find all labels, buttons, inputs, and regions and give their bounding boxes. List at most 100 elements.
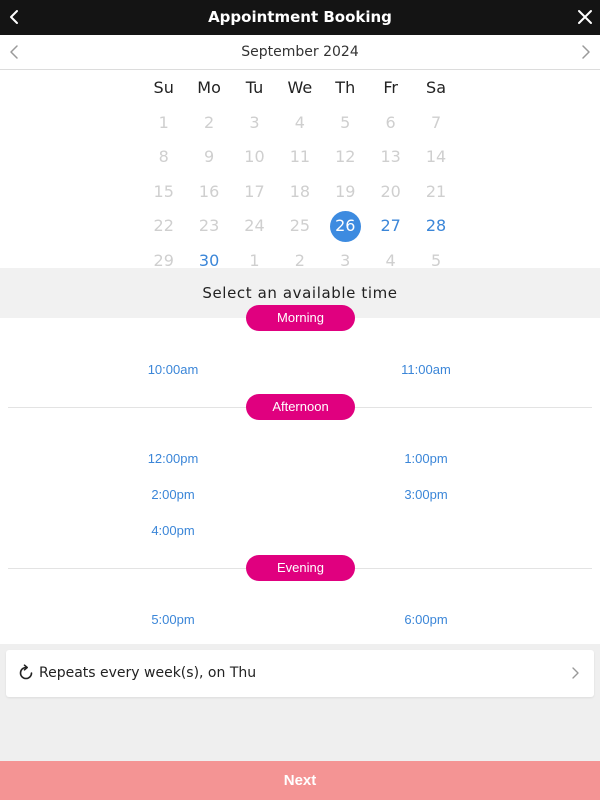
calendar-day-number: 9 bbox=[203, 147, 215, 167]
weekday-label: Su bbox=[153, 78, 174, 98]
calendar-day-number: 18 bbox=[289, 181, 311, 201]
calendar-day-number: 10 bbox=[244, 147, 265, 167]
weekday-label: Th bbox=[335, 78, 356, 98]
top-bar: Appointment Booking bbox=[0, 0, 600, 35]
page-title: Appointment Booking bbox=[208, 8, 392, 26]
calendar-day-number: 6 bbox=[385, 112, 396, 132]
weekday-label: Fr bbox=[383, 78, 398, 98]
calendar-day-number: 14 bbox=[425, 147, 447, 167]
calendar-day: 2 bbox=[186, 106, 231, 140]
calendar-day-number: 4 bbox=[294, 112, 305, 132]
weekday-label: Mo bbox=[197, 78, 221, 98]
calendar-day-number: 23 bbox=[198, 216, 220, 236]
calendar-day-number: 1 bbox=[249, 250, 260, 270]
group-pill-morning: Morning bbox=[246, 305, 355, 331]
calendar-day-number: 12 bbox=[335, 147, 356, 167]
calendar-day: 22 bbox=[141, 209, 186, 243]
calendar-day-number: 5 bbox=[340, 112, 351, 132]
calendar-day: 6 bbox=[368, 106, 413, 140]
calendar-day: 12 bbox=[323, 140, 368, 174]
calendar-day-number: 27 bbox=[380, 216, 401, 236]
calendar-day: 15 bbox=[141, 175, 186, 209]
calendar-day-number: 3 bbox=[249, 112, 260, 132]
calendar-day[interactable]: 28 bbox=[413, 209, 458, 243]
calendar-day-number: 2 bbox=[203, 112, 215, 132]
calendar-day-number: 5 bbox=[430, 250, 442, 270]
calendar-day: 16 bbox=[186, 175, 231, 209]
calendar-day: 10 bbox=[232, 140, 277, 174]
refresh-icon bbox=[19, 664, 33, 680]
calendar-day-number: 1 bbox=[158, 112, 169, 132]
calendar-week-row: 22 23 24 25 26 27 28 bbox=[141, 209, 459, 244]
calendar-week-row: 8 9 10 11 12 13 14 bbox=[141, 140, 459, 175]
calendar-day: 19 bbox=[323, 175, 368, 209]
time-heading: Select an available time bbox=[202, 284, 398, 302]
calendar-day: 4 bbox=[277, 106, 322, 140]
calendar-day-number: 22 bbox=[153, 216, 174, 236]
time-slot[interactable]: 6:00pm bbox=[356, 612, 496, 627]
calendar-day-number: 19 bbox=[335, 181, 356, 201]
next-month-icon[interactable] bbox=[576, 43, 594, 61]
calendar-day: 24 bbox=[232, 209, 277, 243]
calendar-day[interactable]: 27 bbox=[368, 209, 413, 243]
calendar-day: 9 bbox=[186, 140, 231, 174]
weekday-label: We bbox=[287, 78, 313, 98]
weekday-label: Tu bbox=[245, 78, 264, 98]
weekday-label: Sa bbox=[426, 78, 447, 98]
calendar-day: 18 bbox=[277, 175, 322, 209]
next-button[interactable]: Next bbox=[0, 761, 600, 800]
time-slot[interactable]: 2:00pm bbox=[103, 487, 243, 502]
calendar-day: 17 bbox=[232, 175, 277, 209]
calendar-day: 23 bbox=[186, 209, 231, 243]
calendar-day: 5 bbox=[323, 106, 368, 140]
time-slot[interactable]: 5:00pm bbox=[103, 612, 243, 627]
calendar-day: 11 bbox=[277, 140, 322, 174]
month-label: September 2024 bbox=[241, 44, 359, 60]
repeat-row[interactable]: Repeats every week(s), on Thu bbox=[6, 650, 594, 697]
time-slot[interactable]: 3:00pm bbox=[356, 487, 496, 502]
calendar-day-number: 21 bbox=[425, 181, 447, 201]
calendar-day-number: 20 bbox=[380, 181, 401, 201]
time-slot[interactable]: 12:00pm bbox=[103, 451, 243, 466]
group-pill-afternoon: Afternoon bbox=[246, 394, 355, 420]
calendar-day-number: 25 bbox=[289, 216, 311, 236]
calendar-day: 3 bbox=[232, 106, 277, 140]
calendar-day-number: 3 bbox=[340, 250, 351, 270]
time-slot[interactable]: 1:00pm bbox=[356, 451, 496, 466]
calendar-day-selected[interactable]: 26 bbox=[323, 209, 368, 243]
calendar-day-number: 29 bbox=[153, 250, 174, 270]
calendar-day-number: 26 bbox=[335, 216, 356, 236]
calendar-day-number: 11 bbox=[289, 147, 311, 167]
calendar-day: 1 bbox=[141, 106, 186, 140]
time-slot[interactable]: 10:00am bbox=[103, 362, 243, 377]
calendar-day-number: 8 bbox=[158, 147, 169, 167]
time-slot[interactable]: 4:00pm bbox=[103, 523, 243, 538]
calendar-day-number: 16 bbox=[198, 181, 220, 201]
time-slots-panel: Morning 10:00am 11:00am Afternoon 12:00p… bbox=[0, 305, 600, 644]
calendar-day-number: 28 bbox=[425, 216, 447, 236]
chevron-right-icon bbox=[572, 667, 579, 679]
calendar-day: 25 bbox=[277, 209, 322, 243]
close-icon[interactable] bbox=[574, 6, 596, 28]
calendar-day: 20 bbox=[368, 175, 413, 209]
calendar-day: 13 bbox=[368, 140, 413, 174]
time-slot[interactable]: 11:00am bbox=[356, 362, 496, 377]
calendar-day: 14 bbox=[413, 140, 458, 174]
calendar-week-row: 15 16 17 18 19 20 21 bbox=[141, 175, 459, 210]
calendar-day: 7 bbox=[413, 106, 458, 140]
calendar-day: 21 bbox=[413, 175, 458, 209]
month-bar: September 2024 bbox=[0, 35, 600, 70]
calendar-grid: Su Mo Tu We Th Fr Sa 1 2 3 4 5 6 7 8 9 10 11 12 13 14 15 16 17… bbox=[141, 71, 459, 278]
calendar-day-number: 24 bbox=[244, 216, 265, 236]
calendar-day-number: 7 bbox=[430, 112, 442, 132]
repeat-text: Repeats every week(s), on Thu bbox=[39, 665, 257, 681]
calendar-day-number: 30 bbox=[198, 250, 220, 270]
weekday-header-row: Su Mo Tu We Th Fr Sa bbox=[141, 71, 459, 106]
calendar-day: 8 bbox=[141, 140, 186, 174]
calendar-day-number: 2 bbox=[294, 250, 305, 270]
calendar-day-number: 15 bbox=[153, 181, 174, 201]
group-pill-evening: Evening bbox=[246, 555, 355, 581]
calendar: September 2024 Su Mo Tu We Th Fr Sa 1234567891… bbox=[0, 35, 600, 270]
calendar-day-number: 4 bbox=[385, 250, 396, 270]
calendar-day-number: 17 bbox=[244, 181, 265, 201]
